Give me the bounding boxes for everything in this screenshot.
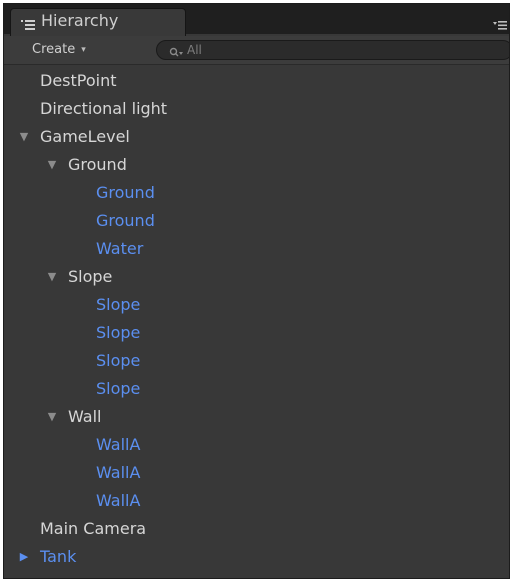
expand-arrow-icon[interactable]: ▼ bbox=[46, 263, 58, 291]
tree-item-label: Slope bbox=[68, 267, 113, 286]
tree-row[interactable]: ▼ Ground bbox=[4, 151, 509, 179]
tree-row[interactable]: Slope bbox=[4, 347, 509, 375]
tree-item-label: Slope bbox=[96, 323, 141, 342]
tree-row[interactable]: ▼ Slope bbox=[4, 263, 509, 291]
tree-item-label: Ground bbox=[68, 155, 127, 174]
tab-strip: Hierarchy bbox=[4, 4, 509, 36]
expand-arrow-icon[interactable]: ▼ bbox=[18, 123, 30, 151]
tree-item-label: WallA bbox=[96, 435, 141, 454]
tree-row[interactable]: Slope bbox=[4, 319, 509, 347]
tree-item-label: Slope bbox=[96, 379, 141, 398]
hierarchy-panel: Hierarchy Create▾ DestPo bbox=[3, 3, 510, 579]
tree-row[interactable]: Ground bbox=[4, 179, 509, 207]
create-button-label: Create bbox=[32, 42, 76, 57]
panel-options-icon[interactable] bbox=[493, 16, 507, 30]
tree-item-label: Water bbox=[96, 239, 144, 258]
tree-row[interactable]: Main Camera bbox=[4, 515, 509, 543]
tree-row[interactable]: Directional light bbox=[4, 95, 509, 123]
collapse-arrow-icon[interactable]: ▶ bbox=[18, 543, 30, 571]
tree-row[interactable]: Ground bbox=[4, 207, 509, 235]
tree-row[interactable]: WallA bbox=[4, 487, 509, 515]
hierarchy-tree: DestPoint Directional light ▼ GameLevel ▼ Gro… bbox=[4, 67, 509, 578]
hierarchy-list-icon bbox=[21, 16, 35, 30]
tree-item-label: Directional light bbox=[40, 99, 168, 118]
tree-row[interactable]: Slope bbox=[4, 291, 509, 319]
search-icon bbox=[169, 44, 183, 57]
search-input[interactable] bbox=[187, 41, 487, 59]
tree-item-label: GameLevel bbox=[40, 127, 130, 146]
tree-item-label: Ground bbox=[96, 211, 155, 230]
tree-item-label: Ground bbox=[96, 183, 155, 202]
tree-row[interactable]: WallA bbox=[4, 459, 509, 487]
tree-item-label: Tank bbox=[40, 547, 77, 566]
tree-row[interactable]: WallA bbox=[4, 431, 509, 459]
tree-item-label: DestPoint bbox=[40, 71, 117, 90]
hierarchy-toolbar: Create ▾ bbox=[4, 36, 509, 65]
tree-item-label: Slope bbox=[96, 295, 141, 314]
tree-row[interactable]: ▶ Tank bbox=[4, 543, 509, 571]
tree-item-label: Wall bbox=[68, 407, 102, 426]
tree-row[interactable]: DestPoint bbox=[4, 67, 509, 95]
expand-arrow-icon[interactable]: ▼ bbox=[46, 403, 58, 431]
tab-hierarchy[interactable]: Hierarchy bbox=[10, 8, 186, 36]
tree-item-label: Slope bbox=[96, 351, 141, 370]
tree-row[interactable]: ▼ Wall bbox=[4, 403, 509, 431]
tree-item-label: WallA bbox=[96, 463, 141, 482]
tree-row[interactable]: ▼ GameLevel bbox=[4, 123, 509, 151]
tree-row[interactable]: Water bbox=[4, 235, 509, 263]
expand-arrow-icon[interactable]: ▼ bbox=[46, 151, 58, 179]
create-button[interactable]: Create ▾ bbox=[24, 40, 94, 60]
tree-row[interactable]: Slope bbox=[4, 375, 509, 403]
chevron-down-icon: ▾ bbox=[81, 45, 86, 55]
tree-item-label: Main Camera bbox=[40, 519, 147, 538]
tab-title: Hierarchy bbox=[41, 11, 119, 30]
tree-item-label: WallA bbox=[96, 491, 141, 510]
search-field[interactable] bbox=[156, 40, 509, 60]
